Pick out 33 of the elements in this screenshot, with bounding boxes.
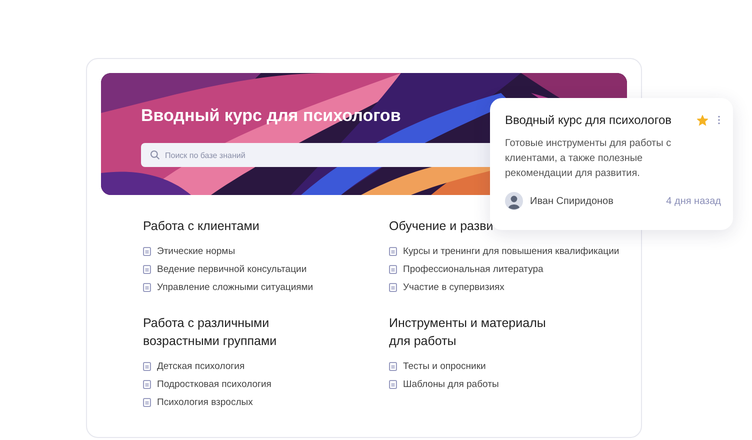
popup-title: Вводный курс для психологов (505, 113, 672, 127)
article-link[interactable]: Управление сложными ситуациями (157, 282, 314, 292)
star-icon[interactable] (697, 114, 708, 126)
author-name: Иван Спиридонов (530, 196, 614, 206)
document-icon (389, 264, 397, 274)
more-icon[interactable] (717, 115, 721, 125)
article-link[interactable]: Этические нормы (157, 246, 236, 256)
article-link[interactable]: Шаблоны для работы (403, 378, 499, 390)
document-icon (143, 380, 151, 388)
article-link[interactable]: Курсы и тренинги для повышения квалификации (403, 246, 620, 256)
article-link[interactable]: Психология взрослых (157, 396, 253, 408)
article-link[interactable]: Профессиональная литература (403, 264, 544, 274)
document-icon (143, 264, 151, 274)
article-link[interactable]: Детская психология (157, 360, 245, 372)
document-icon (389, 282, 397, 292)
document-icon (389, 362, 397, 370)
timestamp: 4 дня назад (666, 196, 721, 206)
section-heading: Обучение и разви (389, 218, 494, 235)
avatar-icon (505, 192, 523, 210)
article-link[interactable]: Подростковая психология (157, 378, 272, 390)
article-link[interactable]: Участие в супервизиях (403, 282, 504, 292)
document-icon (143, 362, 151, 370)
section-heading: Инструменты и материалы для работы (389, 315, 547, 350)
section-heading: Работа с клиентами (143, 218, 260, 235)
document-icon (143, 282, 151, 292)
article-link[interactable]: Тесты и опросники (403, 360, 486, 372)
section-heading: Работа с различными возрастными группами (143, 315, 278, 350)
search-icon (150, 150, 160, 160)
document-icon (389, 380, 397, 388)
article-link[interactable]: Ведение первичной консультации (157, 264, 307, 274)
document-icon (389, 246, 397, 256)
document-icon (143, 398, 151, 406)
document-icon (143, 246, 151, 256)
